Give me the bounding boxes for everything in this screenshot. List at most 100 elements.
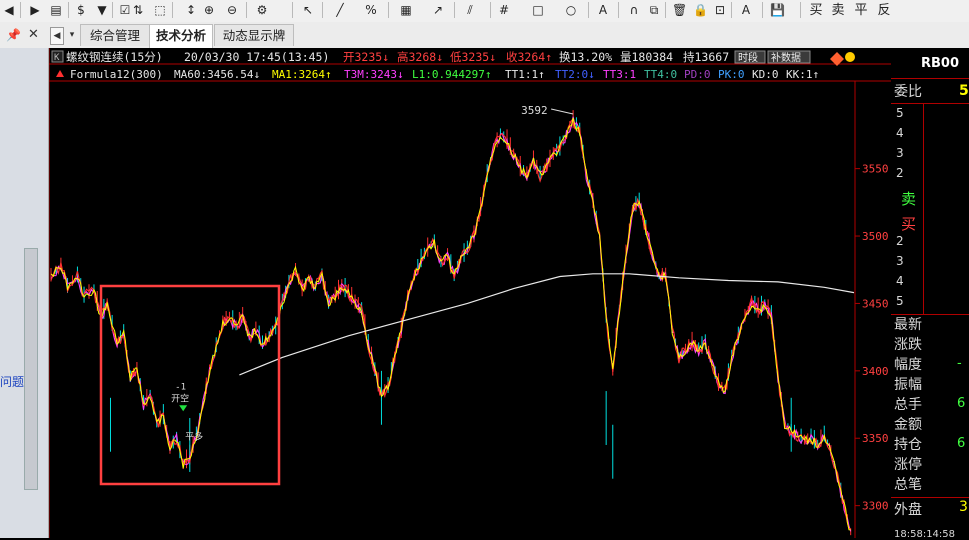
price-chart[interactable]: K 螺纹钢连续(15分) 20/03/30 17:45(13:45) 开3235↓ 高3… — [49, 48, 891, 538]
indicator-value: PK:0 — [718, 68, 745, 81]
indicator-value: MA1:3264↑ — [272, 68, 332, 81]
zoom-in-button[interactable]: ⊕ — [202, 2, 216, 19]
sell-level: 3 — [896, 146, 904, 160]
toolbar-separator — [665, 2, 666, 18]
tab-bar: 📌 ✕ ◀ ▾ 综合管理 技术分析 动态显示牌 — [0, 22, 969, 49]
open-short-label: 开空 — [171, 392, 189, 404]
back-button[interactable]: ◀ — [2, 2, 16, 19]
stat-label: 总笔 — [894, 477, 922, 493]
tab-dropdown-icon[interactable]: ▾ — [66, 27, 78, 43]
buy-label: 买 — [901, 215, 917, 233]
close-position-button[interactable]: 平 — [853, 2, 869, 19]
stat-label: 振幅 — [894, 377, 922, 393]
stat-label: 持仓 — [894, 437, 922, 453]
buy-level: 4 — [896, 274, 904, 288]
reverse-button[interactable]: 反 — [876, 2, 892, 19]
y-tick-label: 3550 — [862, 163, 889, 176]
pointer-tool-button[interactable]: ↖ — [300, 2, 316, 19]
buy-level: 5 — [896, 294, 904, 308]
toolbar: ◀ ▶ ▤ $ ▼ ☑ ⇅ ⬚ ↕ ⊕ ⊖ ⚙ ↖ ╱% ▦ ↗ ⫽ # □ ○ A ∩ ⧉ 🗑 🔒 ⊡ A 💾 买卖平反 — [0, 0, 969, 23]
text-tool-button[interactable]: A — [596, 2, 610, 19]
stat-value: 6 — [957, 396, 966, 411]
header-stat: 开3235↓ — [343, 50, 389, 64]
quote-panel: RB00 委比 5 5 4 3 2 卖 买 2 3 4 5 最新 涨跌 幅度 - 振幅 总手 6 金额 持仓… — [891, 48, 969, 540]
percent-tool-button[interactable]: % — [364, 2, 378, 19]
lock-button[interactable]: 🔒 — [693, 2, 708, 19]
quote-panel-title: RB00 — [921, 56, 960, 71]
circle-tool-button[interactable]: ○ — [563, 2, 579, 19]
sort-button[interactable]: ⇅ — [131, 2, 145, 19]
header-stat: 20/03/30 17:45(13:45) — [184, 50, 329, 64]
sell-level: 5 — [896, 106, 904, 120]
toolbar-separator — [388, 2, 389, 18]
alert-dot-icon[interactable] — [845, 52, 855, 62]
indicator-value: PD:0 — [684, 68, 711, 81]
indicator-value: TT4:0 — [644, 68, 677, 81]
grid-tool-button[interactable]: # — [497, 2, 511, 19]
left-scrollbar[interactable] — [24, 248, 38, 490]
delete-button[interactable]: 🗑 — [672, 2, 687, 19]
signal-count-label: -1 — [175, 382, 186, 392]
stat-label: 最新 — [894, 317, 922, 333]
sell-button[interactable]: 卖 — [830, 2, 846, 19]
ray-tool-button[interactable]: ↗ — [430, 2, 446, 19]
stat-label: 金额 — [894, 417, 922, 433]
parallel-tool-button[interactable]: ⫽ — [462, 2, 478, 19]
unlock-button[interactable]: ⊡ — [713, 2, 727, 19]
color-button[interactable]: A — [739, 2, 753, 19]
level-col-divider — [923, 103, 924, 314]
filter-button[interactable]: ▼ — [95, 2, 109, 19]
checkbox-button[interactable]: ☑ — [118, 2, 132, 19]
fill-data-button-label: 补数据 — [771, 51, 801, 64]
toolbar-separator — [112, 2, 113, 18]
chart-background — [49, 48, 891, 538]
chart-area[interactable]: K 螺纹钢连续(15分) 20/03/30 17:45(13:45) 开3235↓ 高3… — [49, 48, 891, 538]
toolbar-separator — [68, 2, 69, 18]
buy-level: 3 — [896, 254, 904, 268]
copy-button[interactable]: ⧉ — [647, 2, 661, 19]
rect-tool-button[interactable]: □ — [530, 2, 546, 19]
tab-technical-analysis[interactable]: 技术分析 — [149, 24, 213, 48]
indicator-value: MA60:3456.54↓ — [174, 68, 260, 81]
buy-button[interactable]: 买 — [808, 2, 824, 19]
line-tool-button[interactable]: ╱ — [332, 2, 348, 19]
header-stat: 换13.20% — [559, 50, 612, 64]
left-panel-tab-label[interactable]: 问题 — [0, 373, 24, 390]
tab-dynamic-board[interactable]: 动态显示牌 — [214, 24, 294, 46]
toolbar-separator — [246, 2, 247, 18]
stat-label: 涨停 — [894, 457, 922, 473]
indicator-value: KD:0 — [752, 68, 779, 81]
y-tick-label: 3300 — [862, 500, 889, 513]
height-button[interactable]: ↕ — [184, 2, 198, 19]
time-segment-button-label: 时段 — [738, 51, 758, 64]
ruler-tool-button[interactable]: ▦ — [398, 2, 414, 19]
settings-button[interactable]: ⚙ — [254, 2, 270, 19]
indicator-value: TT3:1 — [603, 68, 636, 81]
stat-label: 总手 — [894, 397, 922, 413]
quote-title-underline — [891, 78, 969, 79]
time-text: 18:58:14:58 — [894, 529, 956, 540]
y-tick-label: 3450 — [862, 297, 889, 310]
tab-overview[interactable]: 综合管理 — [80, 24, 150, 46]
forward-button[interactable]: ▶ — [28, 2, 42, 19]
magnet-button[interactable]: ∩ — [627, 2, 641, 19]
tab-left-arrow[interactable]: ◀ — [50, 27, 64, 45]
level-divider — [891, 314, 969, 315]
save-button[interactable]: 💾 — [770, 2, 785, 19]
toolbar-separator — [322, 2, 323, 18]
toolbar-separator — [454, 2, 455, 18]
toolbar-separator — [20, 2, 21, 18]
indicator-value: TT1:1↑ — [505, 68, 545, 81]
y-tick-label: 3350 — [862, 432, 889, 445]
toolbar-separator — [292, 2, 293, 18]
toolbar-separator — [172, 2, 173, 18]
zoom-out-button[interactable]: ⊖ — [225, 2, 239, 19]
header-stat: 高3268↓ — [397, 50, 443, 64]
select-box-button[interactable]: ⬚ — [153, 2, 167, 19]
entrust-ratio-value: 5 — [959, 83, 969, 99]
indicator-value: T3M:3243↓ — [344, 68, 404, 81]
page-button[interactable]: ▤ — [49, 2, 63, 19]
close-icon[interactable]: ✕ — [28, 26, 42, 44]
pin-icon[interactable]: 📌 — [6, 26, 24, 44]
dollar-button[interactable]: $ — [74, 2, 88, 19]
